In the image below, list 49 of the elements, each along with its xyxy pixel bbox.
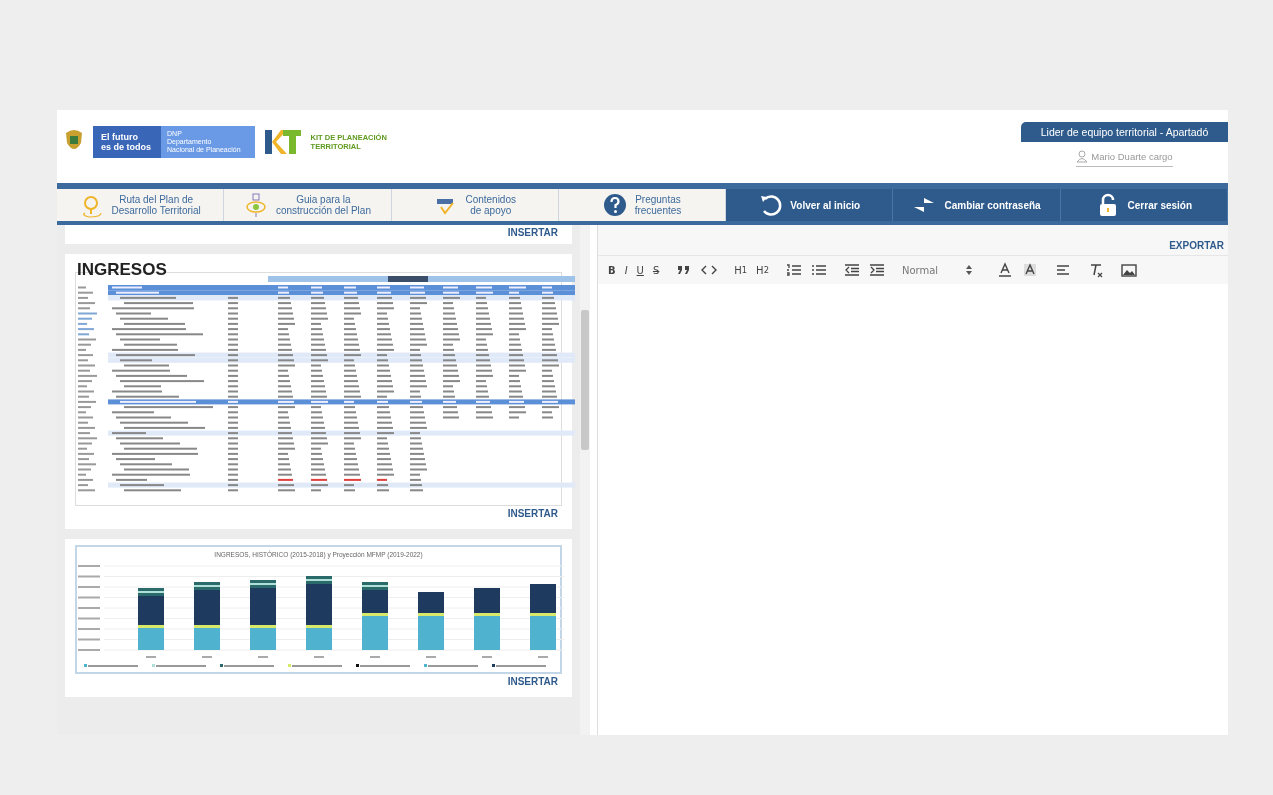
format-button[interactable] — [1054, 262, 1071, 278]
role-badge: Lider de equipo territorial - Apartadó — [1021, 122, 1228, 142]
undo-icon — [758, 192, 783, 218]
logo-text: El futuro es de todos — [93, 126, 161, 158]
nav-button[interactable]: Volver al inicio — [726, 189, 894, 221]
format-button[interactable] — [996, 262, 1013, 278]
stacked-bar — [137, 588, 164, 650]
format-button[interactable]: U — [636, 264, 644, 276]
highlight-icon — [1021, 262, 1038, 278]
format-button[interactable] — [843, 262, 860, 278]
stacked-bar — [417, 592, 444, 650]
bullet-list-icon — [810, 262, 827, 278]
nav-button[interactable]: Cerrar sesión — [1060, 189, 1228, 221]
stacked-bar — [249, 580, 276, 650]
format-button[interactable] — [1120, 262, 1137, 278]
nav-button[interactable]: Preguntas frecuentes — [558, 189, 727, 221]
nav-button[interactable]: Guia para la construcción del Plan — [224, 189, 392, 221]
export-button[interactable]: EXPORTAR — [1165, 225, 1228, 255]
format-button[interactable] — [785, 262, 802, 278]
format-button[interactable]: S — [652, 264, 660, 276]
table-title: INGRESOS — [77, 260, 167, 280]
format-button[interactable] — [810, 262, 827, 278]
help-icon — [602, 192, 627, 218]
stacked-bar — [473, 588, 500, 650]
nav-button[interactable]: Contenidos de apoyo — [391, 189, 559, 221]
image-icon — [1120, 262, 1137, 278]
outdent-icon — [843, 262, 860, 278]
updown-arrow-icon — [965, 265, 972, 275]
ordered-list-icon — [785, 262, 802, 278]
stacked-bar — [193, 582, 220, 650]
kit-logo-icon — [262, 127, 303, 157]
indent-icon — [868, 262, 885, 278]
format-button[interactable]: I — [624, 264, 628, 276]
insert-button[interactable]: INSERTAR — [503, 225, 562, 240]
format-button[interactable] — [1021, 262, 1038, 278]
insert-button[interactable]: INSERTAR — [503, 506, 562, 521]
stacked-bar — [361, 582, 388, 650]
nav-button[interactable]: Ruta del Plan de Desarrollo Territorial — [57, 189, 225, 221]
insert-button[interactable]: INSERTAR — [503, 674, 562, 689]
format-dropdown[interactable]: Normal — [901, 264, 972, 276]
align-icon — [1054, 262, 1071, 278]
eye-icon — [243, 192, 268, 218]
nav-button[interactable]: Cambiar contraseña — [893, 189, 1061, 221]
format-button[interactable]: B — [608, 264, 616, 276]
stacked-bar — [529, 584, 556, 650]
text-color-icon — [996, 262, 1013, 278]
format-button[interactable] — [868, 262, 885, 278]
user-icon — [1076, 150, 1089, 163]
scrollbar-thumb[interactable] — [581, 310, 589, 450]
